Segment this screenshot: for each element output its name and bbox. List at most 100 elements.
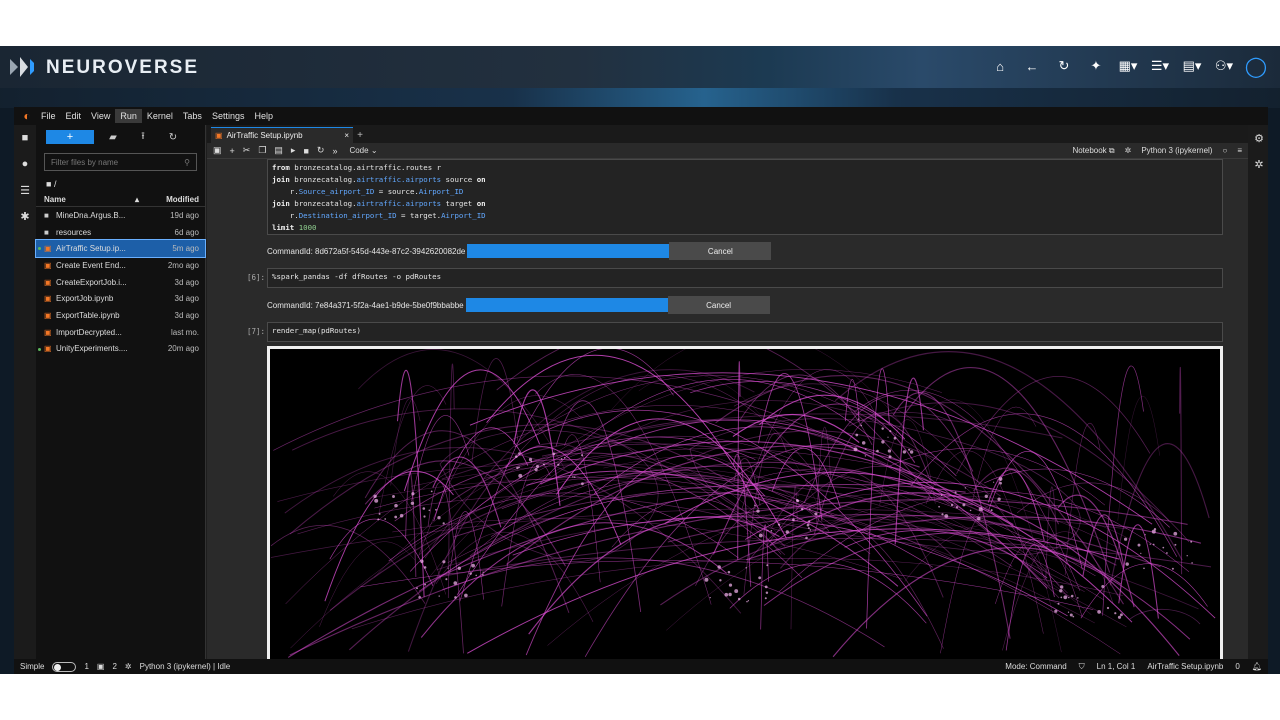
airport-dot <box>887 449 892 453</box>
airport-dot <box>767 529 769 532</box>
menu-help[interactable]: Help <box>249 109 278 123</box>
paste-icon[interactable]: ▤ <box>274 145 283 156</box>
code-cell-render-map[interactable]: render_map(pdRoutes) <box>267 322 1223 342</box>
notebook-icon: ▣ <box>215 131 223 140</box>
code-token: = source. <box>374 187 419 197</box>
save-icon[interactable]: ▣ <box>213 145 222 156</box>
airport-dot <box>552 452 556 456</box>
close-icon[interactable]: × <box>344 131 349 140</box>
insert-cell-icon[interactable]: + <box>230 146 235 156</box>
file-name: Create Event End... <box>56 260 126 270</box>
airport-dot <box>1072 615 1075 618</box>
code-token: from <box>272 163 295 172</box>
menu-settings[interactable]: Settings <box>207 109 250 123</box>
file-list-item[interactable]: ■ resources 6d ago <box>36 224 205 241</box>
menu-icon[interactable]: ≡ <box>1237 146 1242 155</box>
file-filter-input[interactable]: Filter files by name ⚲ <box>44 153 197 171</box>
run-icon[interactable]: ▸ <box>291 145 296 156</box>
cancel-button[interactable]: Cancel <box>667 296 770 314</box>
kernels-count[interactable]: 2 <box>112 662 116 671</box>
file-list-item[interactable]: ▣ Create Event End... 2mo ago <box>36 257 205 274</box>
code-cell-spark-pandas[interactable]: %spark_pandas -df dfRoutes -o pdRoutes <box>267 268 1223 288</box>
new-folder-icon[interactable]: ▰ <box>102 132 124 143</box>
airport-dot <box>800 508 804 511</box>
refresh-icon[interactable]: ↻ <box>162 132 184 143</box>
cell-type-select[interactable]: Code ⌄ <box>349 146 377 155</box>
airport-dot <box>908 448 911 451</box>
file-list-item[interactable]: ▣ ImportDecrypted... last mo. <box>36 324 205 341</box>
airport-dot <box>435 508 437 511</box>
upload-icon[interactable]: ⭱ <box>132 129 154 146</box>
airport-dot <box>889 430 892 433</box>
apps-icon[interactable]: ▦▾ <box>1114 52 1142 80</box>
file-modified: 19d ago <box>170 210 199 220</box>
gear-icon[interactable]: ✲ <box>1125 146 1132 155</box>
running-kernels-icon[interactable]: ● <box>14 151 36 177</box>
file-list-item[interactable]: ▣ ExportJob.ipynb 3d ago <box>36 290 205 307</box>
cursor-position[interactable]: Ln 1, Col 1 <box>1097 662 1136 671</box>
user-icon[interactable]: ◯ <box>1242 52 1270 80</box>
menu-run[interactable]: Run <box>115 109 142 123</box>
cancel-button[interactable]: Cancel <box>669 242 772 260</box>
open-in-notebook-button[interactable]: Notebook ⧉ <box>1072 146 1114 156</box>
copy-icon[interactable]: ❐ <box>258 145 266 156</box>
share-icon[interactable]: ✦ <box>1082 52 1110 80</box>
bell-icon[interactable]: 🔔︎ <box>1252 662 1262 671</box>
code-cell-sql[interactable]: from bronzecatalog.airtraffic.routes r jo… <box>267 159 1223 235</box>
left-sidebar-tabs: ■ ● ☰ ✱ <box>14 125 36 659</box>
tab-airtraffic-setup[interactable]: ▣ AirTraffic Setup.ipynb × <box>211 127 353 143</box>
restart-icon[interactable]: ↻ <box>317 145 325 156</box>
file-list-item[interactable]: ▣ CreateExportJob.i... 3d ago <box>36 274 205 291</box>
airport-dot <box>1059 589 1063 593</box>
table-of-contents-icon[interactable]: ☰ <box>14 177 36 203</box>
column-modified-header[interactable]: Modified <box>149 195 199 204</box>
airport-dot <box>745 567 747 569</box>
refresh-icon[interactable]: ↻ <box>1050 52 1078 80</box>
airport-dot <box>1063 595 1068 600</box>
simple-mode-toggle[interactable] <box>52 661 77 672</box>
notebook-icon: ▣ <box>44 310 52 320</box>
airport-dot <box>855 433 859 437</box>
cut-icon[interactable]: ✂ <box>243 145 251 156</box>
fast-forward-icon[interactable]: » <box>332 146 337 156</box>
file-list-item[interactable]: ▣ ExportTable.ipynb 3d ago <box>36 307 205 324</box>
menu-view[interactable]: View <box>86 109 115 123</box>
file-modified: 3d ago <box>174 294 199 304</box>
airport-dot <box>430 490 433 493</box>
file-list-item[interactable]: ▣ AirTraffic Setup.ip... 5m ago <box>35 239 206 259</box>
code-token: 1000 <box>298 223 317 233</box>
terminals-count[interactable]: 1 <box>84 662 88 671</box>
database-icon[interactable]: ☰▾ <box>1146 52 1174 80</box>
kernel-name[interactable]: Python 3 (ipykernel) <box>1141 146 1212 155</box>
home-icon[interactable]: ⌂ <box>986 52 1014 80</box>
new-tab-button[interactable]: + <box>353 127 367 143</box>
menu-edit[interactable]: Edit <box>61 109 87 123</box>
breadcrumb[interactable]: ■ / <box>36 175 205 193</box>
airport-dot <box>410 501 415 506</box>
menu-file[interactable]: File <box>36 109 61 123</box>
notebook-icon: ▣ <box>44 327 52 337</box>
airport-dot <box>438 595 440 597</box>
kernel-status-text[interactable]: Python 3 (ipykernel) | Idle <box>140 662 231 671</box>
debugger-icon[interactable]: ✲ <box>1248 151 1270 177</box>
users-settings-icon[interactable]: ⚇▾ <box>1210 52 1238 80</box>
airport-dot <box>442 560 446 564</box>
stop-icon[interactable]: ■ <box>303 146 308 156</box>
new-launcher-button[interactable]: + <box>46 130 94 144</box>
folder-icon[interactable]: ■ <box>14 125 36 151</box>
command-row-1: CommandId: 8d672a5f-545d-443e-87c2-39426… <box>267 242 772 260</box>
property-inspector-icon[interactable]: ⚙ <box>1248 125 1270 151</box>
airport-dot <box>1119 613 1123 617</box>
chat-icon[interactable]: ▤▾ <box>1178 52 1206 80</box>
extensions-icon[interactable]: ✱ <box>14 203 36 229</box>
menu-kernel[interactable]: Kernel <box>142 109 178 123</box>
file-list-item[interactable]: ■ MineDna.Argus.B... 19d ago <box>36 207 205 224</box>
notebook-icon: ▣ <box>44 244 52 254</box>
menu-tabs[interactable]: Tabs <box>178 109 207 123</box>
back-icon[interactable]: ← <box>1018 52 1046 80</box>
file-modified: 2mo ago <box>167 260 199 270</box>
column-name-header[interactable]: Name <box>44 195 135 204</box>
file-list-item[interactable]: ▣ UnityExperiments.... 20m ago <box>36 341 205 358</box>
airport-dot <box>1190 540 1193 543</box>
sort-caret-icon[interactable]: ▴ <box>135 195 149 204</box>
